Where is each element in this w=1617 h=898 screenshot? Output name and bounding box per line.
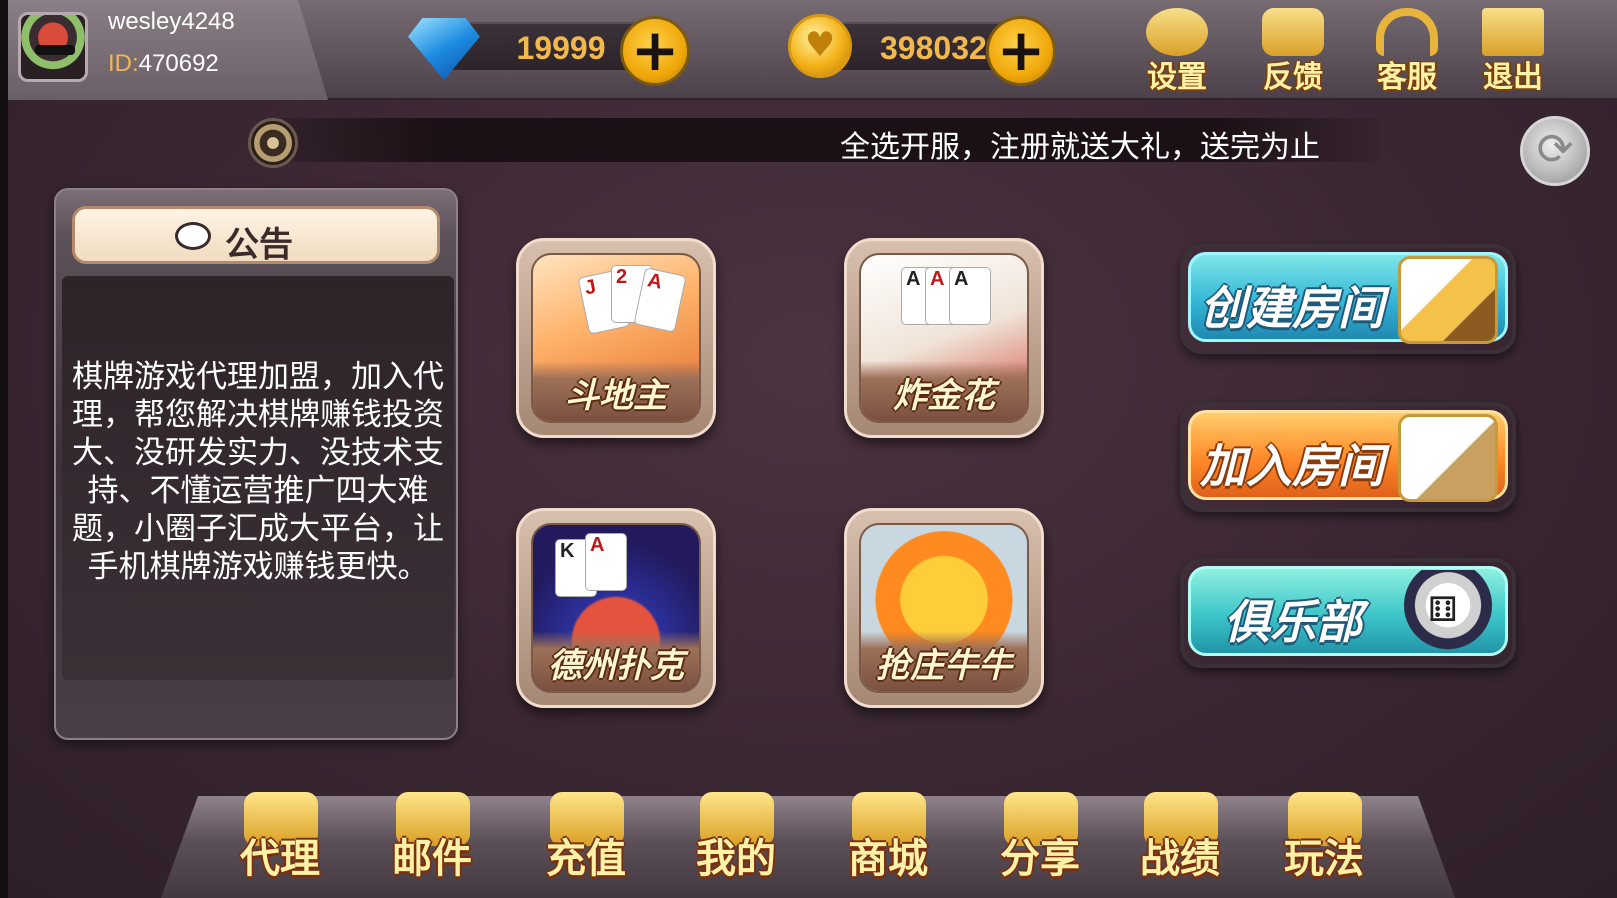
nav-agent[interactable]: 代理 bbox=[220, 784, 340, 894]
nav-recharge[interactable]: 充值 bbox=[526, 784, 646, 894]
game-label: 德州扑克 bbox=[548, 646, 684, 686]
chat-bubble-icon bbox=[175, 222, 211, 250]
customer-service-button[interactable]: 客服 bbox=[1362, 8, 1452, 95]
nav-label: 玩法 bbox=[1284, 836, 1364, 882]
settings-label: 设置 bbox=[1147, 60, 1207, 95]
nav-profile[interactable]: 我的 bbox=[676, 784, 796, 894]
playing-card-icon: A bbox=[949, 267, 991, 325]
cards-coins-icon bbox=[1398, 256, 1498, 344]
playing-card-icon: A bbox=[585, 533, 627, 591]
feedback-label: 反馈 bbox=[1263, 60, 1323, 95]
notice-title: 公告 bbox=[225, 225, 293, 265]
marquee-text: 全选开服，注册就送大礼，送完为止 bbox=[840, 130, 1320, 165]
nav-share[interactable]: 分享 bbox=[980, 784, 1100, 894]
nav-label: 我的 bbox=[696, 836, 776, 882]
add-diamonds-button[interactable]: + bbox=[620, 16, 690, 86]
join-room-label: 加入房间 bbox=[1200, 439, 1384, 493]
game-niuniu[interactable]: 抢庄牛牛 bbox=[844, 508, 1044, 708]
dice-icon: ⚅ bbox=[1398, 570, 1498, 658]
refresh-icon: ⟳ bbox=[1536, 124, 1574, 175]
user-id: ID:470692 bbox=[108, 50, 219, 78]
game-label: 抢庄牛牛 bbox=[876, 646, 1012, 686]
coin-amount: 398032 bbox=[880, 30, 987, 66]
notice-header: 公告 bbox=[72, 206, 440, 265]
profile-panel[interactable]: wesley4248 ID:470692 bbox=[8, 0, 328, 100]
diamond-amount: 19999 bbox=[516, 30, 606, 66]
user-id-value: 470692 bbox=[138, 50, 219, 77]
game-label: 斗地主 bbox=[565, 376, 667, 416]
feedback-icon bbox=[1262, 8, 1324, 56]
game-label: 炸金花 bbox=[893, 376, 995, 416]
feedback-button[interactable]: 反馈 bbox=[1248, 8, 1338, 95]
notice-text: 棋牌游戏代理加盟，加入代理，帮您解决棋牌赚钱投资大、没研发实力、没技术支持、不懂… bbox=[72, 359, 444, 585]
club-button[interactable]: 俱乐部 ⚅ bbox=[1180, 558, 1516, 668]
game-zhajinhua[interactable]: A A A 炸金花 bbox=[844, 238, 1044, 438]
headset-icon bbox=[1376, 8, 1438, 56]
top-bar: wesley4248 ID:470692 19999 + 398032 ♥ + … bbox=[8, 0, 1617, 100]
nav-label: 商城 bbox=[848, 836, 928, 882]
exit-label: 退出 bbox=[1483, 60, 1543, 95]
notice-panel: 公告 棋牌游戏代理加盟，加入代理，帮您解决棋牌赚钱投资大、没研发实力、没技术支持… bbox=[54, 188, 458, 740]
refresh-button[interactable]: ⟳ bbox=[1520, 116, 1590, 186]
lobby-screen: wesley4248 ID:470692 19999 + 398032 ♥ + … bbox=[8, 0, 1617, 898]
coin-heart-icon: ♥ bbox=[804, 25, 836, 65]
create-room-button[interactable]: 创建房间 bbox=[1180, 244, 1516, 354]
game-texas-holdem[interactable]: K A 德州扑克 bbox=[516, 508, 716, 708]
gear-icon bbox=[1146, 8, 1208, 56]
ace-of-spades-icon bbox=[1398, 414, 1498, 502]
exit-icon bbox=[1482, 8, 1544, 56]
nav-records[interactable]: 战绩 bbox=[1120, 784, 1240, 894]
exit-button[interactable]: 退出 bbox=[1468, 8, 1558, 95]
nav-shop[interactable]: 商城 bbox=[828, 784, 948, 894]
join-room-button[interactable]: 加入房间 bbox=[1180, 402, 1516, 512]
club-label: 俱乐部 bbox=[1224, 595, 1362, 649]
speaker-icon bbox=[248, 118, 298, 168]
game-doudizhu[interactable]: J 2 A 斗地主 bbox=[516, 238, 716, 438]
create-room-label: 创建房间 bbox=[1200, 281, 1384, 335]
user-id-label: ID: bbox=[108, 50, 139, 77]
settings-button[interactable]: 设置 bbox=[1132, 8, 1222, 95]
avatar-glasses bbox=[35, 45, 75, 55]
nav-label: 代理 bbox=[240, 836, 320, 882]
nav-label: 战绩 bbox=[1140, 836, 1220, 882]
nav-mail[interactable]: 邮件 bbox=[372, 784, 492, 894]
bottom-nav bbox=[158, 796, 1458, 898]
nav-rules[interactable]: 玩法 bbox=[1264, 784, 1384, 894]
avatar[interactable] bbox=[18, 12, 88, 82]
customer-service-label: 客服 bbox=[1377, 60, 1437, 95]
nav-label: 分享 bbox=[1000, 836, 1080, 882]
nav-label: 邮件 bbox=[392, 836, 472, 882]
add-coins-button[interactable]: + bbox=[986, 16, 1056, 86]
username: wesley4248 bbox=[108, 8, 235, 35]
window-left-edge bbox=[0, 0, 8, 898]
dice-dots: ⚅ bbox=[1428, 590, 1458, 630]
nav-label: 充值 bbox=[546, 836, 626, 882]
coin-icon: ♥ bbox=[788, 14, 852, 78]
